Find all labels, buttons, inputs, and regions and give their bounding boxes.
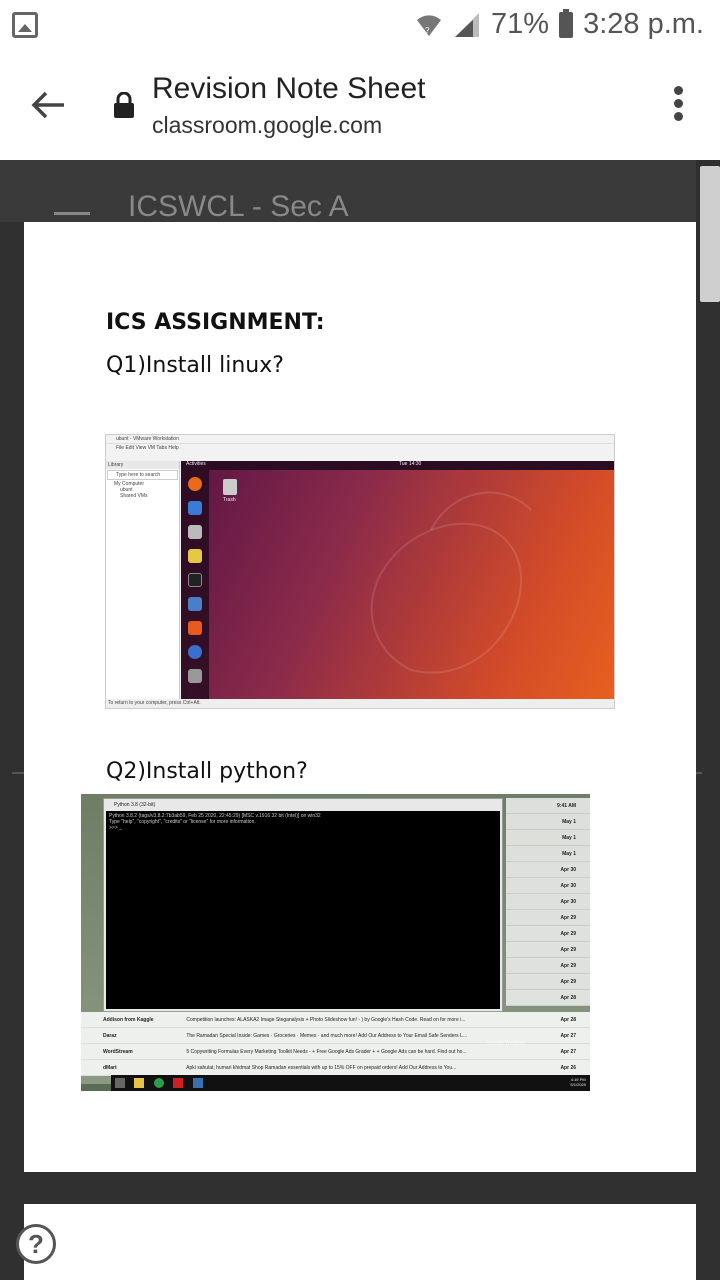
- vmware-menu: File Edit View VM Tabs Help: [116, 445, 179, 451]
- opera-icon: [173, 1078, 184, 1088]
- date-cell: Apr 30: [506, 894, 590, 910]
- explorer-icon: [134, 1078, 145, 1088]
- status-time: 3:28 p.m.: [583, 8, 704, 40]
- hamburger-icon: [54, 212, 90, 215]
- scrollbar[interactable]: [700, 166, 720, 302]
- date-cell: Apr 29: [506, 942, 590, 958]
- library-label: Library: [106, 461, 179, 469]
- help-icon: [188, 645, 202, 659]
- activities-label: Activities: [186, 461, 206, 467]
- more-options-button[interactable]: [674, 86, 684, 126]
- terminal-icon: [188, 573, 202, 587]
- console-prompt: >>> _: [109, 825, 122, 831]
- page-title: Revision Note Sheet: [152, 72, 426, 105]
- help-button[interactable]: ?: [16, 1224, 56, 1264]
- firefox-icon: [188, 477, 202, 491]
- activate-windows: Activate Windows: [486, 1040, 526, 1046]
- wifi-icon: ?: [417, 14, 442, 36]
- tree-shared: Shared VMs: [120, 493, 148, 499]
- email-row: WordStream 5 Copywriting Formulas Every …: [81, 1044, 590, 1060]
- python-console: Python 3.8.2 (tags/v3.8.2:7b3ab59, Feb 2…: [106, 811, 500, 1009]
- linux-install-screenshot: ubunt - VMware Workstation File Edit Vie…: [105, 434, 615, 709]
- status-bar: ? 71% 3:28 p.m.: [0, 0, 720, 52]
- files-icon: [188, 525, 202, 539]
- email-row: Addison from Kaggle Competition launches…: [81, 1012, 590, 1028]
- dot-icon: [674, 86, 683, 95]
- date-cell: May 1: [506, 814, 590, 830]
- taskbar-clock: 4:19 PM 5/1/2020: [570, 1077, 586, 1087]
- battery-percent: 71%: [491, 8, 550, 40]
- email-date-column: 9:41 AM May 1 May 1 May 1 Apr 30 Apr 30 …: [506, 798, 590, 1006]
- python-icon: [192, 1078, 203, 1088]
- vmware-title: ubunt - VMware Workstation: [106, 435, 614, 444]
- ubuntu-wallpaper-icon: [370, 491, 532, 674]
- thunderbird-icon: [188, 501, 202, 515]
- question-mark-icon: ?: [28, 1229, 44, 1259]
- chrome-icon: [153, 1078, 164, 1088]
- date-cell: Apr 29: [506, 926, 590, 942]
- date-cell: 9:41 AM: [506, 798, 590, 814]
- svg-text:?: ?: [425, 26, 430, 35]
- course-name: ICSWCL - Sec A: [128, 190, 349, 223]
- rhythmbox-icon: [188, 549, 202, 563]
- date-cell: Apr 29: [506, 958, 590, 974]
- date-cell: May 1: [506, 846, 590, 862]
- date-cell: Apr 29: [506, 974, 590, 990]
- question-2: Q2)Install python?: [106, 759, 308, 784]
- python-window: Python 3.8 (32-bit) Python 3.8.2 (tags/v…: [103, 798, 503, 1012]
- assignment-heading: ICS ASSIGNMENT:: [106, 310, 325, 335]
- date-cell: Apr 30: [506, 862, 590, 878]
- back-arrow-icon[interactable]: [28, 85, 68, 125]
- document-page: ICS ASSIGNMENT: Q1)Install linux? ubunt …: [24, 222, 696, 1172]
- windows-taskbar: 4:19 PM 5/1/2020: [111, 1075, 590, 1091]
- writer-icon: [188, 597, 202, 611]
- python-install-screenshot: 9:41 AM May 1 May 1 May 1 Apr 30 Apr 30 …: [81, 794, 590, 1091]
- taskview-icon: [115, 1078, 125, 1088]
- screen: ? 71% 3:28 p.m. Revision Note Sheet clas…: [0, 0, 720, 1280]
- software-icon: [188, 621, 202, 635]
- question-1: Q1)Install linux?: [106, 353, 284, 378]
- library-search: Type here to search: [107, 470, 178, 480]
- ubuntu-desktop: [181, 470, 614, 700]
- trash-icon: [223, 479, 237, 495]
- date-cell: Apr 28: [506, 990, 590, 1006]
- page-url: classroom.google.com: [152, 112, 383, 138]
- python-window-title: Python 3.8 (32-bit): [114, 802, 156, 808]
- next-section-card: [24, 1204, 696, 1280]
- date-cell: May 1: [506, 830, 590, 846]
- cell-signal-icon: [455, 12, 480, 37]
- classroom-bar: ICSWCL - Sec A: [0, 160, 696, 223]
- ubuntu-dock: [181, 470, 209, 700]
- lock-icon: [114, 92, 134, 118]
- date-cell: Apr 30: [506, 878, 590, 894]
- app-header: Revision Note Sheet classroom.google.com: [0, 52, 720, 160]
- vmware-library: Library Type here to search My Computer …: [106, 461, 180, 701]
- dot-icon: [674, 99, 683, 108]
- email-row: dMart Apki sahulat, humari khidmat Shop …: [81, 1060, 590, 1076]
- ubuntu-topbar: Activities Tue 14:30: [181, 461, 614, 470]
- battery-icon: [559, 8, 574, 38]
- vmware-status-hint: To return to your computer, press Ctrl+A…: [106, 699, 614, 708]
- ubuntu-clock: Tue 14:30: [399, 461, 422, 467]
- gallery-notification-icon: [12, 12, 38, 38]
- apps-grid-icon: [188, 669, 202, 683]
- dot-icon: [674, 112, 683, 121]
- trash-label: Trash: [223, 497, 236, 503]
- date-cell: Apr 29: [506, 910, 590, 926]
